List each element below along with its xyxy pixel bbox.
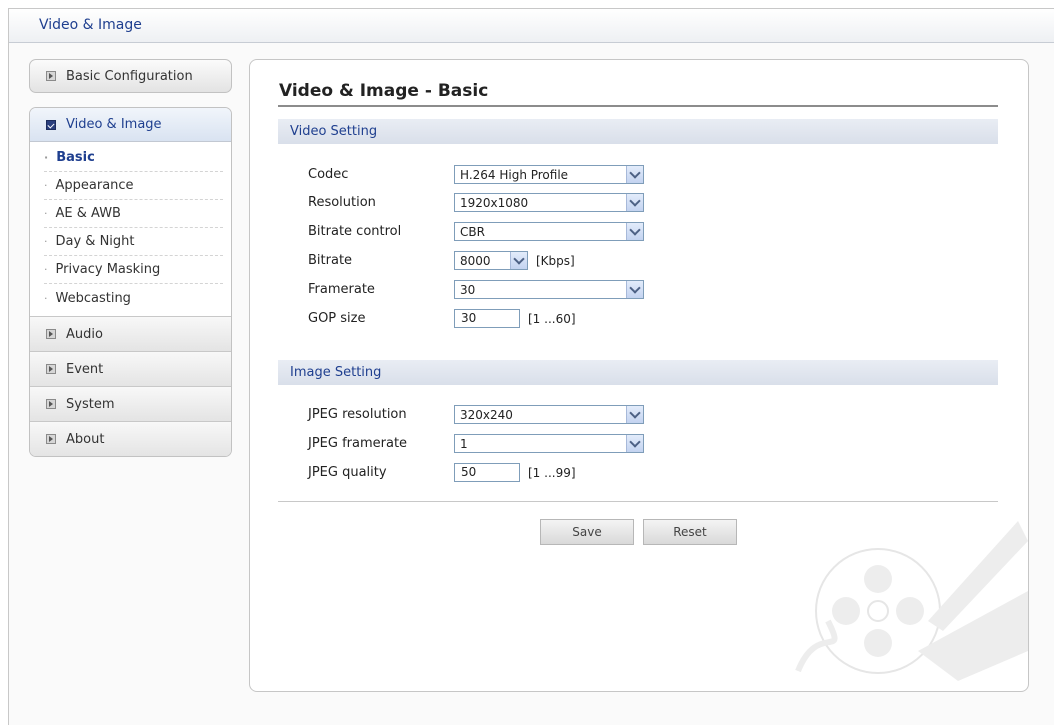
gop-input[interactable]: 30 <box>454 309 520 328</box>
reset-button[interactable]: Reset <box>643 519 737 545</box>
gop-row: GOP size 30 [1 ...60] <box>308 308 576 329</box>
sidebar-group-video-image: Video & Image · Basic · Appearance · AE … <box>29 107 232 457</box>
submenu-label: Privacy Masking <box>55 262 161 277</box>
bullet-icon: · <box>44 207 48 220</box>
collapsed-box-icon <box>46 434 56 444</box>
header-title: Video & Image <box>39 17 142 33</box>
sidebar-item-label: Video & Image <box>66 117 162 132</box>
bullet-icon: · <box>44 151 49 164</box>
bitrate-label: Bitrate <box>308 253 353 268</box>
chevron-down-icon <box>626 435 643 452</box>
submenu-ae-awb[interactable]: · AE & AWB <box>44 200 223 228</box>
jpeg-resolution-value: 320x240 <box>460 407 513 422</box>
resolution-select[interactable]: 1920x1080 <box>454 193 644 212</box>
submenu-basic[interactable]: · Basic <box>44 144 223 172</box>
chevron-down-icon <box>510 252 527 269</box>
submenu-label: Appearance <box>55 178 134 193</box>
framerate-label: Framerate <box>308 282 375 297</box>
checked-box-icon <box>46 119 56 130</box>
submenu-label: Basic <box>56 150 95 165</box>
resolution-value: 1920x1080 <box>460 195 529 210</box>
sidebar-item-label: About <box>66 431 105 447</box>
bitrate-select[interactable]: 8000 <box>454 251 528 270</box>
collapsed-box-icon <box>46 399 56 409</box>
codec-label: Codec <box>308 167 349 182</box>
bitrate-row: Bitrate 8000 [Kbps] <box>308 250 575 271</box>
resolution-label: Resolution <box>308 195 376 210</box>
bitrate-value: 8000 <box>460 253 491 268</box>
jpeg-quality-range: [1 ...99] <box>528 465 576 480</box>
framerate-value: 30 <box>460 282 476 297</box>
jpeg-framerate-select[interactable]: 1 <box>454 434 644 453</box>
chevron-down-icon <box>626 223 643 240</box>
bitrate-control-select[interactable]: CBR <box>454 222 644 241</box>
jpeg-quality-row: JPEG quality 50 [1 ...99] <box>308 462 576 483</box>
sidebar-item-label: Basic Configuration <box>66 68 193 84</box>
collapsed-box-icon <box>46 364 56 374</box>
resolution-row: Resolution 1920x1080 <box>308 192 644 213</box>
header-bar: Video & Image <box>9 9 1054 43</box>
section-video-setting: Video Setting <box>278 119 998 144</box>
codec-value: H.264 High Profile <box>460 167 569 182</box>
bullet-icon: · <box>44 179 48 192</box>
submenu-label: Webcasting <box>55 290 131 306</box>
sidebar-item-system[interactable]: System <box>30 386 231 421</box>
sidebar: Basic Configuration Video & Image · Basi… <box>29 59 232 457</box>
main-panel: Video & Image - Basic Video Setting Code… <box>249 59 1029 692</box>
sidebar-item-video-image[interactable]: Video & Image <box>30 108 231 142</box>
gop-range: [1 ...60] <box>528 311 576 326</box>
framerate-select[interactable]: 30 <box>454 280 644 299</box>
submenu-label: Day & Night <box>55 234 135 249</box>
sidebar-item-label: Event <box>66 361 104 377</box>
chevron-down-icon <box>626 194 643 211</box>
sidebar-item-label: Audio <box>66 326 103 342</box>
codec-row: Codec H.264 High Profile <box>308 164 644 185</box>
section-image-setting: Image Setting <box>278 360 998 385</box>
jpeg-framerate-row: JPEG framerate 1 <box>308 433 644 454</box>
framerate-row: Framerate 30 <box>308 279 644 300</box>
title-divider <box>278 105 998 107</box>
jpeg-framerate-label: JPEG framerate <box>308 436 408 451</box>
page-title: Video & Image - Basic <box>279 81 489 101</box>
submenu-label: AE & AWB <box>55 206 121 221</box>
jpeg-quality-label: JPEG quality <box>308 465 387 480</box>
submenu-day-night[interactable]: · Day & Night <box>44 228 223 256</box>
collapsed-box-icon <box>46 329 56 339</box>
bitrate-control-value: CBR <box>460 224 485 239</box>
bitrate-control-row: Bitrate control CBR <box>308 221 644 242</box>
jpeg-resolution-select[interactable]: 320x240 <box>454 405 644 424</box>
codec-select[interactable]: H.264 High Profile <box>454 165 644 184</box>
bitrate-control-label: Bitrate control <box>308 224 402 239</box>
sidebar-item-audio[interactable]: Audio <box>30 316 231 351</box>
chevron-down-icon <box>626 406 643 423</box>
submenu-webcasting[interactable]: · Webcasting <box>44 284 223 312</box>
bullet-icon: · <box>44 291 48 305</box>
sidebar-item-about[interactable]: About <box>30 421 231 456</box>
bullet-icon: · <box>44 263 48 276</box>
sidebar-item-label: System <box>66 396 115 412</box>
bullet-icon: · <box>44 235 48 248</box>
submenu-appearance[interactable]: · Appearance <box>44 172 223 200</box>
collapsed-box-icon <box>46 71 56 81</box>
chevron-down-icon <box>626 166 643 183</box>
save-button[interactable]: Save <box>540 519 634 545</box>
film-reel-watermark-icon <box>795 521 1028 681</box>
sidebar-item-event[interactable]: Event <box>30 351 231 386</box>
submenu-privacy-masking[interactable]: · Privacy Masking <box>44 256 223 284</box>
jpeg-resolution-label: JPEG resolution <box>308 407 407 422</box>
jpeg-framerate-value: 1 <box>460 436 468 451</box>
jpeg-quality-input[interactable]: 50 <box>454 463 520 482</box>
gop-label: GOP size <box>308 311 366 326</box>
bitrate-unit: [Kbps] <box>536 253 575 268</box>
jpeg-resolution-row: JPEG resolution 320x240 <box>308 404 644 425</box>
chevron-down-icon <box>626 281 643 298</box>
sidebar-item-basic-configuration[interactable]: Basic Configuration <box>29 59 232 93</box>
sidebar-submenu: · Basic · Appearance · AE & AWB · Day & … <box>30 142 231 316</box>
